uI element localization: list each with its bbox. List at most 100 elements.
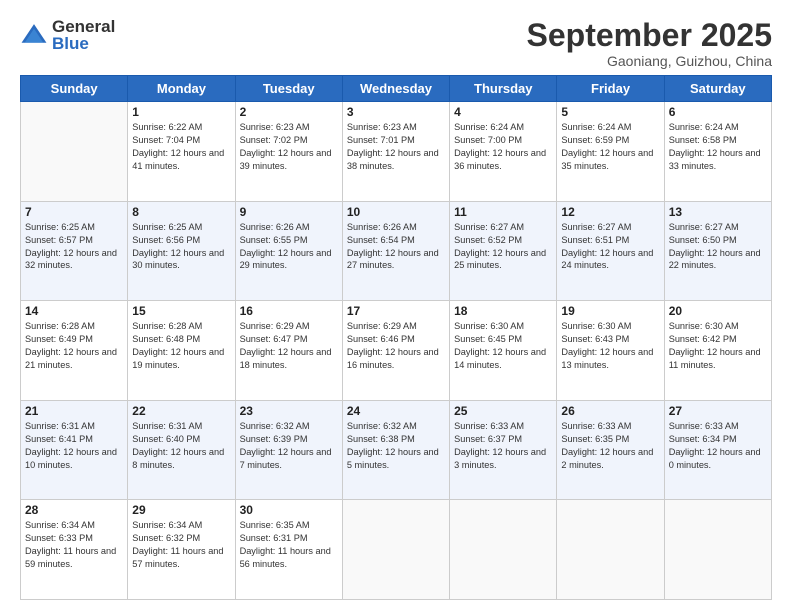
- cell-daylight-info: Sunrise: 6:26 AM Sunset: 6:55 PM Dayligh…: [240, 221, 338, 273]
- cell-daylight-info: Sunrise: 6:28 AM Sunset: 6:48 PM Dayligh…: [132, 320, 230, 372]
- day-number: 30: [240, 503, 338, 517]
- day-number: 10: [347, 205, 445, 219]
- calendar-cell: [664, 500, 771, 600]
- calendar-cell: 30 Sunrise: 6:35 AM Sunset: 6:31 PM Dayli…: [235, 500, 342, 600]
- calendar-cell: 20 Sunrise: 6:30 AM Sunset: 6:42 PM Dayli…: [664, 301, 771, 401]
- calendar-header-sunday: Sunday: [21, 76, 128, 102]
- calendar-header-saturday: Saturday: [664, 76, 771, 102]
- day-number: 20: [669, 304, 767, 318]
- calendar-cell: [557, 500, 664, 600]
- day-number: 13: [669, 205, 767, 219]
- day-number: 16: [240, 304, 338, 318]
- logo: General Blue: [20, 18, 115, 52]
- calendar-cell: 29Sunrise: 6:34 AM Sunset: 6:32 PM Dayli…: [128, 500, 235, 600]
- cell-daylight-info: Sunrise: 6:27 AM Sunset: 6:51 PM Dayligh…: [561, 221, 659, 273]
- calendar-cell: [342, 500, 449, 600]
- calendar-cell: 19Sunrise: 6:30 AM Sunset: 6:43 PM Dayli…: [557, 301, 664, 401]
- day-number: 18: [454, 304, 552, 318]
- cell-daylight-info: Sunrise: 6:23 AM Sunset: 7:01 PM Dayligh…: [347, 121, 445, 173]
- cell-daylight-info: Sunrise: 6:33 AM Sunset: 6:34 PM Dayligh…: [669, 420, 767, 472]
- cell-daylight-info: Sunrise: 6:32 AM Sunset: 6:38 PM Dayligh…: [347, 420, 445, 472]
- calendar-header-row: SundayMondayTuesdayWednesdayThursdayFrid…: [21, 76, 772, 102]
- calendar-header-wednesday: Wednesday: [342, 76, 449, 102]
- page: General Blue September 2025 Gaoniang, Gu…: [0, 0, 792, 612]
- cell-daylight-info: Sunrise: 6:29 AM Sunset: 6:46 PM Dayligh…: [347, 320, 445, 372]
- day-number: 29: [132, 503, 230, 517]
- calendar-week-row-5: 28 Sunrise: 6:34 AM Sunset: 6:33 PM Dayli…: [21, 500, 772, 600]
- cell-daylight-info: Sunrise: 6:31 AM Sunset: 6:40 PM Dayligh…: [132, 420, 230, 472]
- day-number: 19: [561, 304, 659, 318]
- day-number: 28: [25, 503, 123, 517]
- calendar-cell: 25 Sunrise: 6:33 AM Sunset: 6:37 PM Dayli…: [450, 400, 557, 500]
- cell-daylight-info: Sunrise: 6:22 AM Sunset: 7:04 PM Dayligh…: [132, 121, 230, 173]
- calendar-cell: 13 Sunrise: 6:27 AM Sunset: 6:50 PM Dayli…: [664, 201, 771, 301]
- day-number: 22: [132, 404, 230, 418]
- logo-blue: Blue: [52, 35, 115, 52]
- day-number: 6: [669, 105, 767, 119]
- day-number: 1: [132, 105, 230, 119]
- calendar-week-row-1: 1 Sunrise: 6:22 AM Sunset: 7:04 PM Daylig…: [21, 102, 772, 202]
- cell-daylight-info: Sunrise: 6:33 AM Sunset: 6:37 PM Dayligh…: [454, 420, 552, 472]
- day-number: 8: [132, 205, 230, 219]
- calendar-cell: 26 Sunrise: 6:33 AM Sunset: 6:35 PM Dayli…: [557, 400, 664, 500]
- day-number: 15: [132, 304, 230, 318]
- cell-daylight-info: Sunrise: 6:30 AM Sunset: 6:42 PM Dayligh…: [669, 320, 767, 372]
- calendar-cell: 2 Sunrise: 6:23 AM Sunset: 7:02 PM Daylig…: [235, 102, 342, 202]
- calendar-cell: 3 Sunrise: 6:23 AM Sunset: 7:01 PM Daylig…: [342, 102, 449, 202]
- day-number: 9: [240, 205, 338, 219]
- calendar-cell: 12 Sunrise: 6:27 AM Sunset: 6:51 PM Dayli…: [557, 201, 664, 301]
- day-number: 14: [25, 304, 123, 318]
- cell-daylight-info: Sunrise: 6:34 AM Sunset: 6:33 PM Dayligh…: [25, 519, 123, 571]
- calendar-header-thursday: Thursday: [450, 76, 557, 102]
- day-number: 3: [347, 105, 445, 119]
- day-number: 2: [240, 105, 338, 119]
- calendar-cell: 11 Sunrise: 6:27 AM Sunset: 6:52 PM Dayli…: [450, 201, 557, 301]
- calendar-cell: 15 Sunrise: 6:28 AM Sunset: 6:48 PM Dayli…: [128, 301, 235, 401]
- cell-daylight-info: Sunrise: 6:24 AM Sunset: 6:59 PM Dayligh…: [561, 121, 659, 173]
- calendar-header-friday: Friday: [557, 76, 664, 102]
- calendar-cell: 7 Sunrise: 6:25 AM Sunset: 6:57 PM Daylig…: [21, 201, 128, 301]
- calendar-week-row-2: 7 Sunrise: 6:25 AM Sunset: 6:57 PM Daylig…: [21, 201, 772, 301]
- day-number: 11: [454, 205, 552, 219]
- cell-daylight-info: Sunrise: 6:27 AM Sunset: 6:50 PM Dayligh…: [669, 221, 767, 273]
- calendar-cell: 27Sunrise: 6:33 AM Sunset: 6:34 PM Dayli…: [664, 400, 771, 500]
- calendar-header-monday: Monday: [128, 76, 235, 102]
- location: Gaoniang, Guizhou, China: [527, 53, 772, 69]
- day-number: 5: [561, 105, 659, 119]
- calendar-cell: 18Sunrise: 6:30 AM Sunset: 6:45 PM Dayli…: [450, 301, 557, 401]
- day-number: 12: [561, 205, 659, 219]
- day-number: 24: [347, 404, 445, 418]
- cell-daylight-info: Sunrise: 6:26 AM Sunset: 6:54 PM Dayligh…: [347, 221, 445, 273]
- day-number: 25: [454, 404, 552, 418]
- calendar-table: SundayMondayTuesdayWednesdayThursdayFrid…: [20, 75, 772, 600]
- cell-daylight-info: Sunrise: 6:33 AM Sunset: 6:35 PM Dayligh…: [561, 420, 659, 472]
- calendar-header-tuesday: Tuesday: [235, 76, 342, 102]
- cell-daylight-info: Sunrise: 6:25 AM Sunset: 6:57 PM Dayligh…: [25, 221, 123, 273]
- calendar-cell: 21Sunrise: 6:31 AM Sunset: 6:41 PM Dayli…: [21, 400, 128, 500]
- cell-daylight-info: Sunrise: 6:27 AM Sunset: 6:52 PM Dayligh…: [454, 221, 552, 273]
- day-number: 21: [25, 404, 123, 418]
- day-number: 7: [25, 205, 123, 219]
- month-title: September 2025: [527, 18, 772, 53]
- cell-daylight-info: Sunrise: 6:24 AM Sunset: 6:58 PM Dayligh…: [669, 121, 767, 173]
- calendar-cell: [450, 500, 557, 600]
- cell-daylight-info: Sunrise: 6:28 AM Sunset: 6:49 PM Dayligh…: [25, 320, 123, 372]
- day-number: 4: [454, 105, 552, 119]
- calendar-cell: 28 Sunrise: 6:34 AM Sunset: 6:33 PM Dayli…: [21, 500, 128, 600]
- calendar-week-row-4: 21Sunrise: 6:31 AM Sunset: 6:41 PM Dayli…: [21, 400, 772, 500]
- calendar-cell: 4Sunrise: 6:24 AM Sunset: 7:00 PM Daylig…: [450, 102, 557, 202]
- calendar-cell: [21, 102, 128, 202]
- calendar-cell: 17Sunrise: 6:29 AM Sunset: 6:46 PM Dayli…: [342, 301, 449, 401]
- calendar-cell: 6 Sunrise: 6:24 AM Sunset: 6:58 PM Daylig…: [664, 102, 771, 202]
- calendar-cell: 5 Sunrise: 6:24 AM Sunset: 6:59 PM Daylig…: [557, 102, 664, 202]
- calendar-week-row-3: 14 Sunrise: 6:28 AM Sunset: 6:49 PM Dayli…: [21, 301, 772, 401]
- logo-icon: [20, 21, 48, 49]
- title-section: September 2025 Gaoniang, Guizhou, China: [527, 18, 772, 69]
- logo-text: General Blue: [52, 18, 115, 52]
- calendar-cell: 1 Sunrise: 6:22 AM Sunset: 7:04 PM Daylig…: [128, 102, 235, 202]
- cell-daylight-info: Sunrise: 6:23 AM Sunset: 7:02 PM Dayligh…: [240, 121, 338, 173]
- day-number: 26: [561, 404, 659, 418]
- logo-general: General: [52, 18, 115, 35]
- cell-daylight-info: Sunrise: 6:35 AM Sunset: 6:31 PM Dayligh…: [240, 519, 338, 571]
- calendar-cell: 23Sunrise: 6:32 AM Sunset: 6:39 PM Dayli…: [235, 400, 342, 500]
